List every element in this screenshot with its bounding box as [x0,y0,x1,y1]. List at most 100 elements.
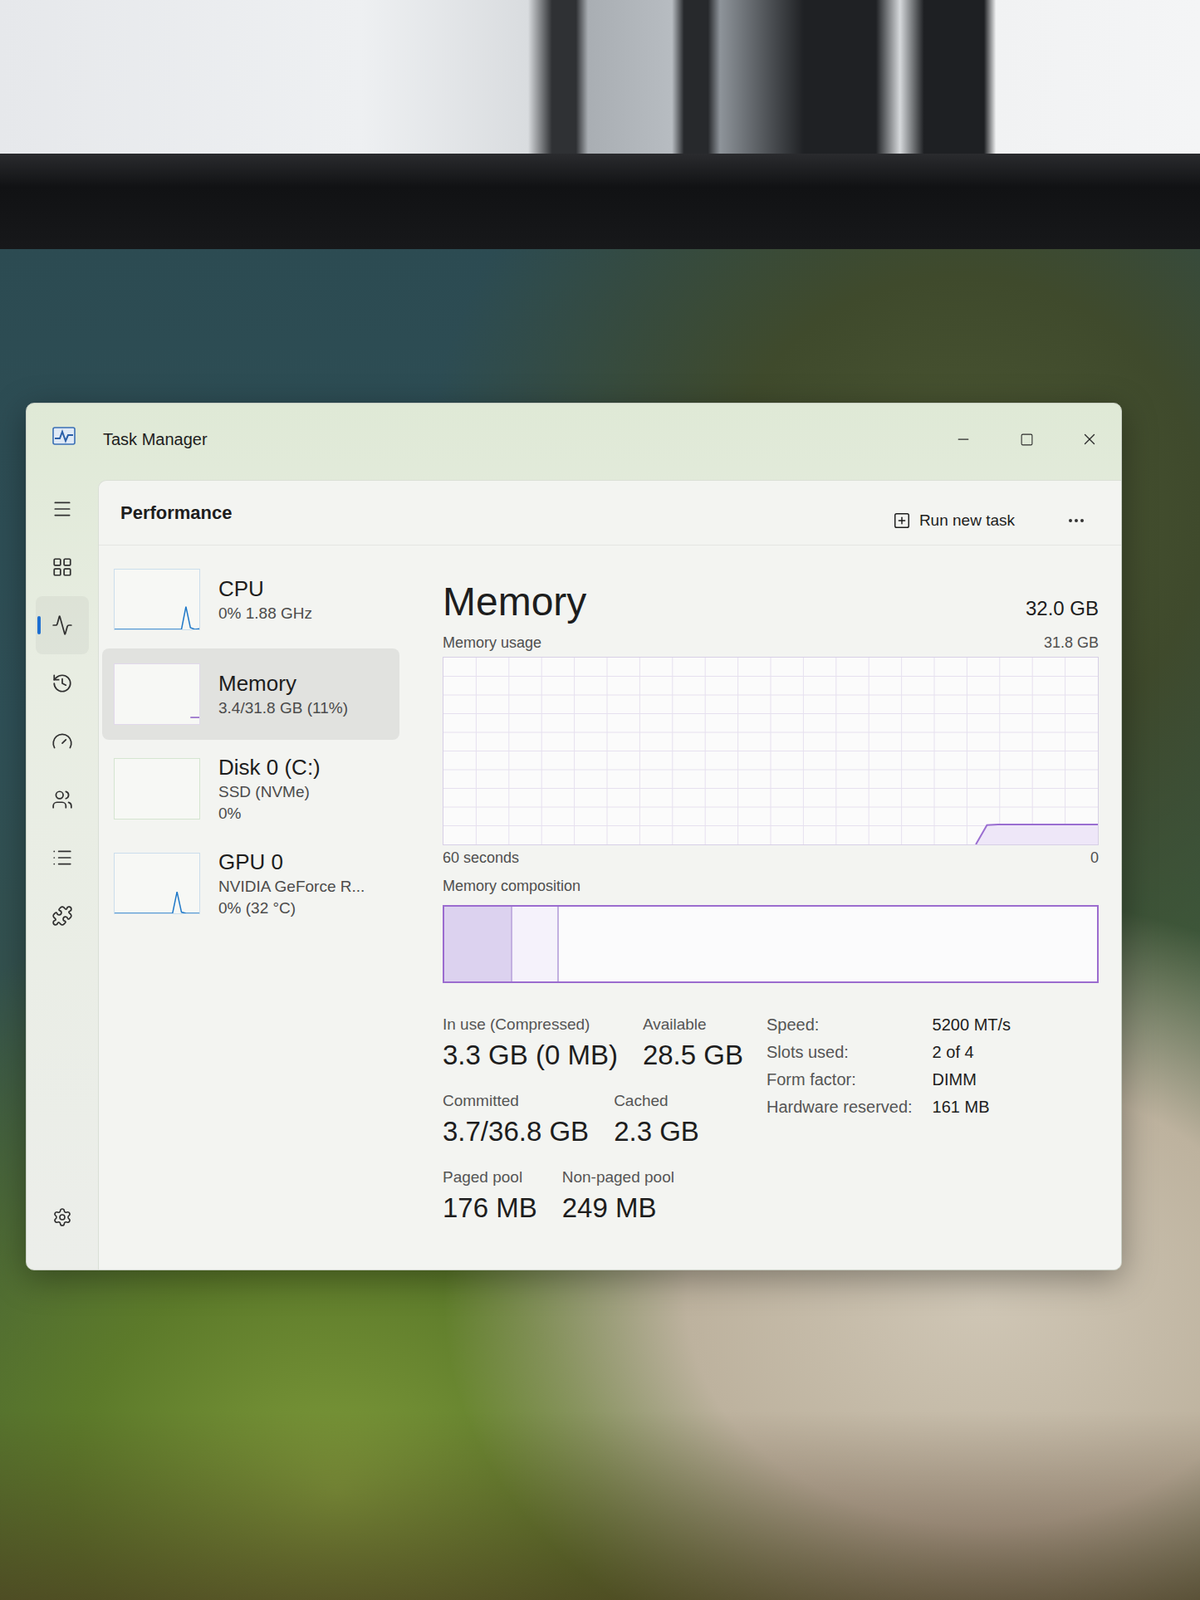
device-text: Memory3.4/31.8 GB (11%) [218,670,348,719]
usage-area [975,824,1098,845]
device-name: Disk 0 (C:) [218,754,321,781]
nav-item[interactable] [35,828,89,887]
nav-item[interactable] [35,654,89,713]
chart-header: Memory usage 31.8 GB [442,633,1099,652]
stat-row: Paged pool176 MB Non-paged pool249 MB [442,1167,744,1226]
stat-value: 3.7/36.8 GB [442,1114,589,1150]
stat-row: In use (Compressed) 3.3 GB (0 MB) Availabl… [442,1014,744,1073]
stat: Available 28.5 GB [642,1014,744,1073]
stats-area: In use (Compressed) 3.3 GB (0 MB) Availabl… [442,1014,1099,1226]
startup-icon [51,730,74,753]
device-name: Memory [218,670,348,697]
grid-line [443,807,1098,809]
content-panel: PerformanceRun new task CPU0% 1.88 GHz Mem… [97,480,1122,1270]
chart-max: 31.8 GB [1043,633,1099,652]
detail-key: Speed: [766,1014,913,1036]
more-button[interactable] [1056,502,1097,539]
stat-row: Committed3.7/36.8 GB Cached2.3 GB [442,1091,744,1150]
desktop: Task ManagerPerformanceRun new taskCPU0%… [0,249,1200,1600]
thumbnail-line [114,607,200,630]
stat-label: Cached [613,1091,700,1112]
device-detail: SSD (NVMe) [218,782,321,803]
device-item[interactable]: Memory3.4/31.8 GB (11%) [102,648,400,740]
chart-label: Memory usage [442,633,542,652]
close-icon [1080,430,1099,449]
details-table: Speed: 5200 MT/s Slots used: 2 of 4 Form fac… [766,1014,1099,1226]
device-item[interactable]: Disk 0 (C:)SSD (NVMe)0% [102,743,400,835]
device-name: GPU 0 [218,848,365,876]
services-icon [51,905,74,927]
detail-title-row: Memory32.0 GB [442,578,1099,626]
details-icon [51,847,74,869]
stat-value: 176 MB [442,1190,538,1226]
detail-value: DIMM [932,1069,1011,1091]
new-task-icon [892,511,912,530]
usage-thumbnail [113,663,201,725]
device-text: Disk 0 (C:)SSD (NVMe)0% [218,754,321,824]
device-item[interactable]: CPU0% 1.88 GHz [102,553,400,646]
detail-value: 5200 MT/s [932,1014,1011,1036]
menu-icon [51,498,74,520]
stat: Cached2.3 GB [613,1091,700,1150]
device-text: GPU 0NVIDIA GeForce R...0% (32 °C) [218,848,365,919]
minimize-button[interactable] [931,420,995,459]
nav-item[interactable] [35,538,89,597]
settings-button[interactable] [35,1188,89,1247]
usage-line [975,824,1098,845]
device-name: CPU [218,575,313,603]
more-icon [1066,510,1087,531]
stat-label: In use (Compressed) [442,1014,618,1035]
grid-line [443,769,1098,771]
memory-usage-chart [443,657,1098,845]
page-title: Performance [120,502,882,525]
close-button[interactable] [1057,420,1122,459]
monitor-bezel [0,153,1200,250]
stat: Paged pool176 MB [442,1167,538,1226]
usage-thumbnail [113,568,201,631]
app-history-icon [51,672,74,695]
stat-value: 28.5 GB [642,1038,744,1073]
grid-line [443,675,1098,677]
window-body: PerformanceRun new task CPU0% 1.88 GHz Mem… [26,480,1122,1270]
nav-item[interactable] [35,770,89,829]
device-detail: 3.4/31.8 GB (11%) [218,698,348,719]
composition-segment[interactable] [444,906,513,982]
selected-indicator [37,616,41,635]
thumbnail-line [114,891,200,914]
composition-segment[interactable] [512,906,560,982]
stat: Non-paged pool249 MB [562,1167,675,1226]
photo-scene: Task ManagerPerformanceRun new taskCPU0%… [0,0,1200,1600]
title-bar[interactable]: Task Manager [26,403,1122,480]
device-detail: 0% 1.88 GHz [218,603,313,624]
chart-min: 0 [1090,848,1099,867]
device-detail: 0% [218,803,321,824]
stat-value: 3.3 GB (0 MB) [442,1038,618,1073]
users-icon [51,788,74,811]
stat-label: Committed [442,1091,589,1112]
run-new-task-button[interactable]: Run new task [881,503,1027,539]
device-list: CPU0% 1.88 GHz Memory3.4/31.8 GB (11%) Dis… [98,545,400,1270]
grid-line [443,713,1098,715]
detail-value: 2 of 4 [932,1042,1011,1063]
nav-item[interactable] [35,596,89,655]
nav-item[interactable] [35,480,89,539]
detail-value: 161 MB [932,1097,1011,1118]
thumbnail-line [190,716,200,719]
detail-key: Form factor: [766,1069,913,1091]
device-detail: 0% (32 °C) [218,898,365,919]
detail-title: Memory [442,578,587,626]
nav-item[interactable] [35,886,89,946]
grid-line [443,732,1098,734]
device-text: CPU0% 1.88 GHz [218,575,313,624]
stats: In use (Compressed) 3.3 GB (0 MB) Availabl… [442,1014,744,1226]
performance-icon [51,614,74,637]
maximize-button[interactable] [994,420,1058,459]
content-row: CPU0% 1.88 GHzMemory3.4/31.8 GB (11%)Dis… [98,545,1122,1270]
stat-label: Available [642,1014,744,1035]
device-item[interactable]: GPU 0NVIDIA GeForce R...0% (32 °C) [102,837,400,930]
usage-thumbnail [113,758,201,820]
nav-item[interactable] [35,712,89,771]
minimize-icon [955,431,972,448]
composition-label: Memory composition [442,876,581,896]
detail-key: Slots used: [766,1042,913,1063]
